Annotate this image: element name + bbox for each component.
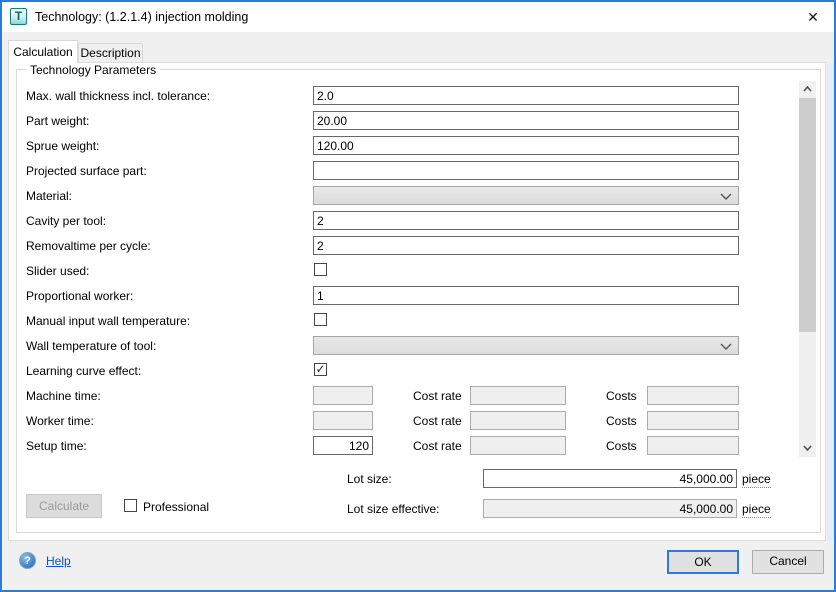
chevron-down-icon: [803, 445, 812, 451]
label-proportional-worker: Proportional worker:: [26, 289, 133, 303]
cancel-button[interactable]: Cancel: [752, 550, 824, 574]
label-manual-wall-temperature: Manual input wall temperature:: [26, 314, 190, 328]
checkbox-learning-curve[interactable]: ✓: [314, 363, 327, 376]
input-cavity-per-tool[interactable]: [313, 211, 739, 230]
label-lot-size-effective: Lot size effective:: [347, 502, 440, 516]
scrollbar-down-button[interactable]: [799, 440, 816, 457]
label-setup-costs: Costs: [606, 439, 637, 453]
group-legend: Technology Parameters: [26, 63, 160, 77]
input-part-weight[interactable]: [313, 111, 739, 130]
label-setup-time: Setup time:: [26, 439, 87, 453]
title-bar: T Technology: (1.2.1.4) injection moldin…: [2, 2, 834, 32]
input-removaltime[interactable]: [313, 236, 739, 255]
dropdown-wall-temperature[interactable]: [313, 336, 739, 355]
label-setup-cost-rate: Cost rate: [413, 439, 462, 453]
checkbox-manual-wall-temperature[interactable]: [314, 313, 327, 326]
input-worker-costs: [647, 411, 739, 430]
input-setup-costs: [647, 436, 739, 455]
input-lot-size-effective: [483, 499, 737, 518]
page-right-margin: [827, 62, 836, 541]
vertical-scrollbar[interactable]: [799, 81, 816, 457]
ok-button[interactable]: OK: [667, 550, 739, 574]
input-machine-costs: [647, 386, 739, 405]
input-projected-surface[interactable]: [313, 161, 739, 180]
chevron-down-icon: [720, 343, 732, 351]
label-cavity-per-tool: Cavity per tool:: [26, 214, 106, 228]
chevron-down-icon: [720, 193, 732, 201]
checkbox-slider-used[interactable]: [314, 263, 327, 276]
calculate-button: Calculate: [26, 494, 102, 518]
input-setup-cost-rate: [470, 436, 566, 455]
label-machine-time: Machine time:: [26, 389, 101, 403]
scrollbar-up-button[interactable]: [799, 81, 816, 98]
label-material: Material:: [26, 189, 72, 203]
unit-lot-size-effective: piece: [742, 502, 771, 518]
label-max-wall-thickness: Max. wall thickness incl. tolerance:: [26, 89, 210, 103]
input-proportional-worker[interactable]: [313, 286, 739, 305]
input-max-wall-thickness[interactable]: [313, 86, 739, 105]
label-worker-cost-rate: Cost rate: [413, 414, 462, 428]
label-slider-used: Slider used:: [26, 264, 89, 278]
tab-description[interactable]: Description: [78, 43, 143, 62]
input-lot-size[interactable]: [483, 469, 737, 488]
label-learning-curve: Learning curve effect:: [26, 364, 141, 378]
help-link[interactable]: Help: [46, 554, 71, 568]
label-wall-temperature-tool: Wall temperature of tool:: [26, 339, 156, 353]
label-professional: Professional: [143, 500, 209, 514]
label-projected-surface: Projected surface part:: [26, 164, 147, 178]
input-worker-cost-rate: [470, 411, 566, 430]
checkbox-professional[interactable]: [124, 499, 137, 512]
input-worker-time: [313, 411, 373, 430]
label-machine-costs: Costs: [606, 389, 637, 403]
label-sprue-weight: Sprue weight:: [26, 139, 99, 153]
technology-icon: T: [10, 8, 27, 25]
label-machine-cost-rate: Cost rate: [413, 389, 462, 403]
close-icon[interactable]: ✕: [802, 7, 824, 27]
window-title: Technology: (1.2.1.4) injection molding: [35, 10, 248, 24]
label-worker-time: Worker time:: [26, 414, 94, 428]
input-setup-time[interactable]: [313, 436, 373, 455]
scrollbar-thumb[interactable]: [799, 98, 816, 332]
tab-calculation[interactable]: Calculation: [8, 40, 78, 63]
input-sprue-weight[interactable]: [313, 136, 739, 155]
unit-lot-size: piece: [742, 472, 771, 488]
dropdown-material[interactable]: [313, 186, 739, 205]
label-removaltime: Removaltime per cycle:: [26, 239, 151, 253]
help-icon[interactable]: ?: [19, 552, 36, 569]
label-lot-size: Lot size:: [347, 472, 392, 486]
label-worker-costs: Costs: [606, 414, 637, 428]
label-part-weight: Part weight:: [26, 114, 89, 128]
input-machine-cost-rate: [470, 386, 566, 405]
input-machine-time: [313, 386, 373, 405]
technology-dialog: T Technology: (1.2.1.4) injection moldin…: [0, 0, 836, 592]
chevron-up-icon: [803, 86, 812, 92]
